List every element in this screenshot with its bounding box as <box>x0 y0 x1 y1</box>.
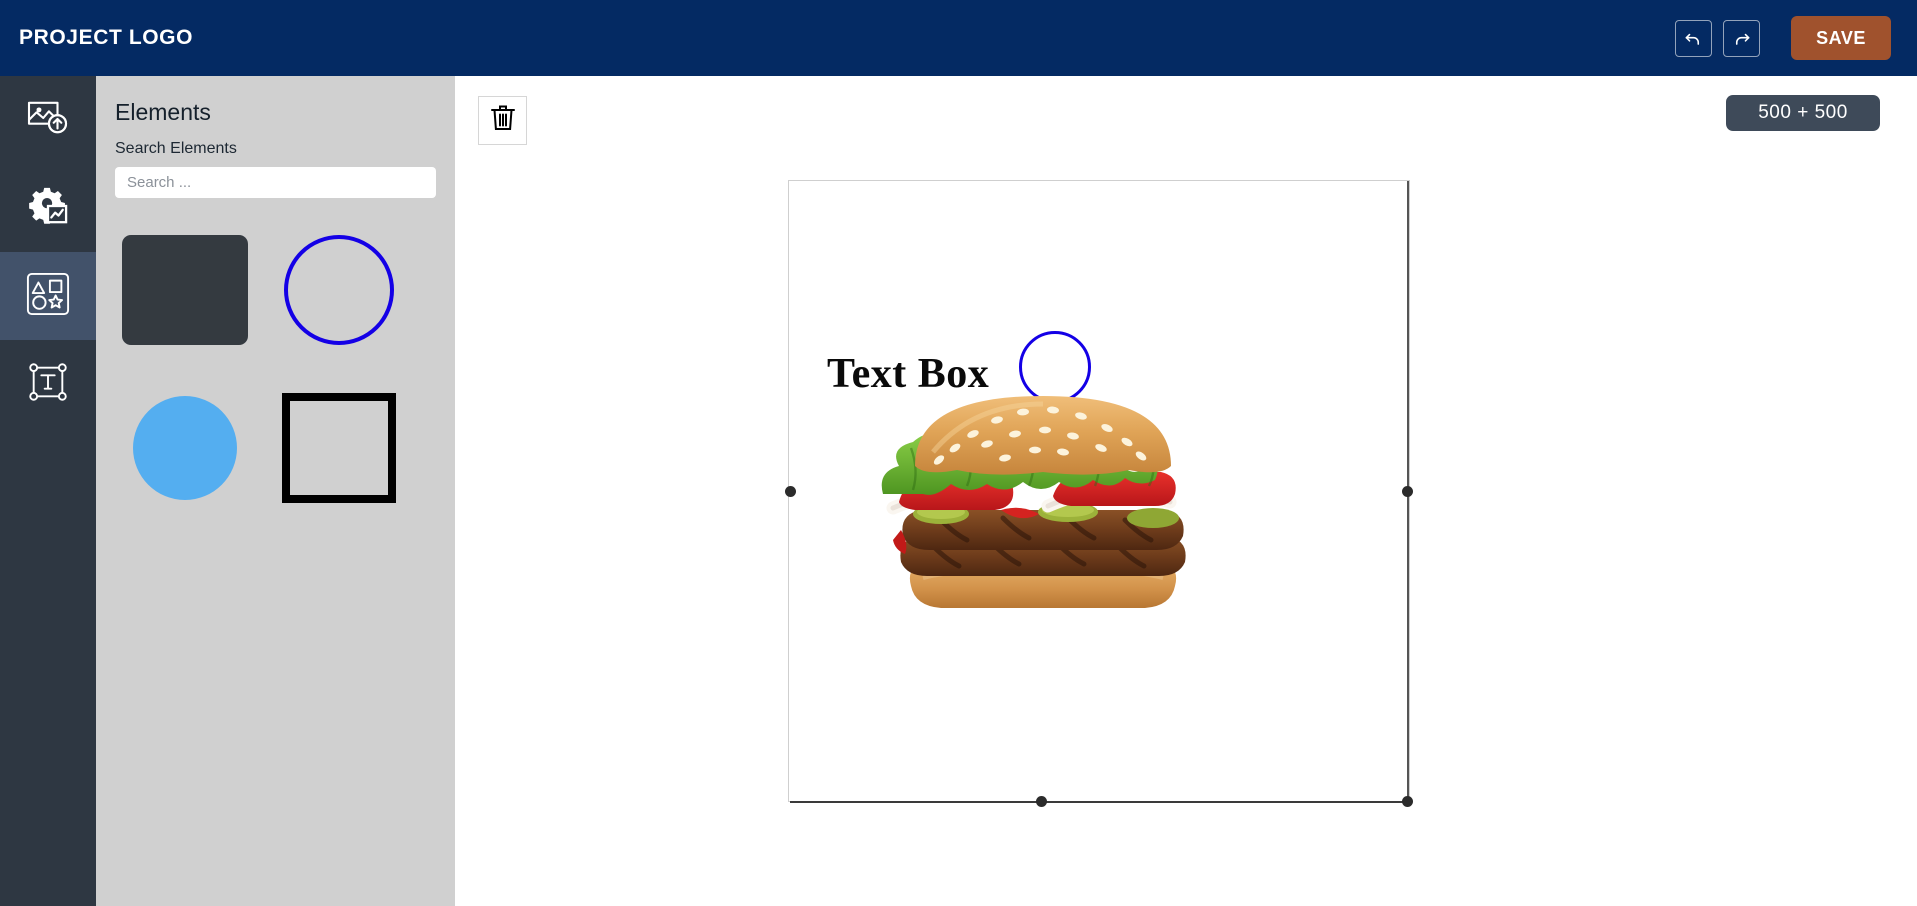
sidebar-item-text-box[interactable] <box>0 340 96 428</box>
top-bar: PROJECT LOGO SAVE <box>0 0 1917 76</box>
text-box-icon <box>27 361 69 408</box>
image-upload-icon <box>27 99 69 142</box>
shape-item-circle-filled[interactable] <box>115 378 255 518</box>
shape-item-rounded-rectangle[interactable] <box>115 220 255 360</box>
shapes-icon <box>26 272 70 321</box>
selection-edge-bottom <box>790 801 1410 803</box>
undo-arrow-icon <box>1684 29 1703 48</box>
search-input[interactable] <box>115 167 436 198</box>
left-icon-rail <box>0 76 96 906</box>
redo-arrow-icon <box>1732 29 1751 48</box>
canvas-size-badge[interactable]: 500 + 500 <box>1726 95 1880 131</box>
trash-icon <box>490 104 516 137</box>
sidebar-item-settings-analytics[interactable] <box>0 164 96 252</box>
canvas[interactable]: Text Box <box>785 180 1413 807</box>
resize-handle-bottom-center[interactable] <box>1036 796 1047 807</box>
resize-handle-left-middle[interactable] <box>785 486 796 497</box>
search-field-wrapper <box>115 167 455 198</box>
rounded-rectangle-icon <box>122 235 248 345</box>
canvas-selection-frame[interactable]: Text Box <box>785 180 1413 807</box>
page-title: Elements <box>115 99 211 125</box>
delete-button[interactable] <box>478 96 527 145</box>
sidebar-item-shapes[interactable] <box>0 252 96 340</box>
sidebar-item-image-upload[interactable] <box>0 76 96 164</box>
gear-chart-icon <box>27 186 69 231</box>
canvas-object-burger-image[interactable] <box>863 390 1223 630</box>
shape-item-square-outline[interactable] <box>269 378 409 518</box>
project-logo: PROJECT LOGO <box>19 26 194 49</box>
shape-palette <box>115 220 440 518</box>
save-button[interactable]: SAVE <box>1791 16 1891 60</box>
square-outline-icon <box>282 393 396 503</box>
search-label: Search Elements <box>115 140 237 157</box>
shape-item-circle-outline[interactable] <box>269 220 409 360</box>
redo-button[interactable] <box>1723 19 1760 57</box>
circle-filled-icon <box>133 396 237 500</box>
resize-handle-right-middle[interactable] <box>1402 486 1413 497</box>
canvas-workspace: 500 + 500 Text Box <box>455 76 1917 906</box>
circle-outline-icon <box>284 235 394 345</box>
elements-panel: Elements Search Elements <box>96 76 455 906</box>
top-bar-actions: SAVE <box>1675 16 1891 60</box>
resize-handle-bottom-right[interactable] <box>1402 796 1413 807</box>
undo-button[interactable] <box>1675 19 1712 57</box>
